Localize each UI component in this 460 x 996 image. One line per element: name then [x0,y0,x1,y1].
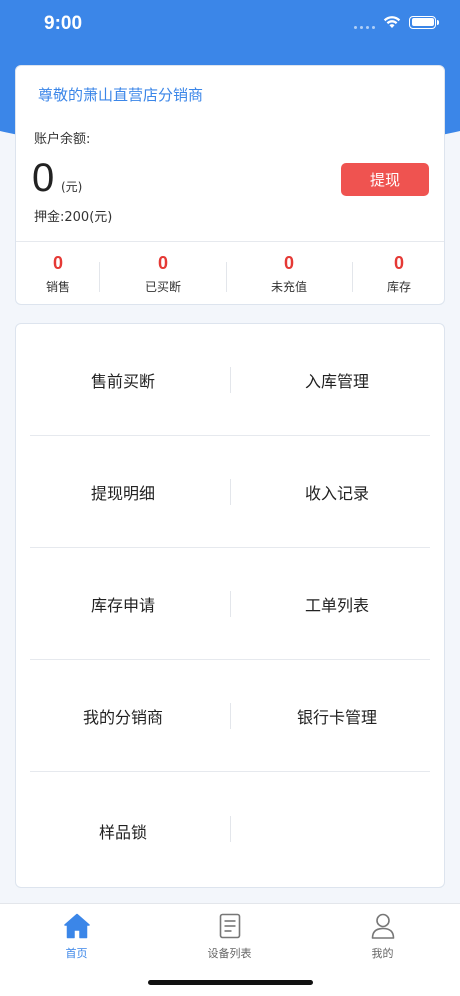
stat-value: 0 [393,253,404,273]
menu-row: 我的分销商 银行卡管理 [16,660,444,772]
tab-home[interactable]: 首页 [0,912,153,961]
app-screen: 9:00 尊敬的萧山直营店分销商 账户余额: 0 (元) 押金:200(元) 提… [0,0,460,996]
document-list-icon [219,913,240,939]
stat-label: 库存 [386,280,411,294]
stat-value: 0 [157,253,168,273]
deposit-amount: 押金:200(元) [34,210,113,225]
menu-item-empty [230,772,444,889]
menu-item-inventory-request[interactable]: 库存申请 [16,548,230,660]
stat-label: 未充值 [270,280,307,294]
tab-label: 我的 [371,947,394,960]
stats-row: 0 销售 0 已买断 0 未充值 0 库存 [16,242,444,305]
balance-unit: (元) [61,180,83,194]
stat-value: 0 [52,253,63,273]
status-bar: 9:00 [0,0,460,50]
wifi-icon [383,16,401,28]
stat-sales[interactable]: 0 销售 [16,242,100,305]
menu-item-bank-card-management[interactable]: 银行卡管理 [230,660,444,772]
menu-item-stock-in-management[interactable]: 入库管理 [230,324,444,436]
balance-value: 0 [32,156,55,200]
tab-device-list[interactable]: 设备列表 [153,912,306,961]
status-icons [354,15,439,29]
stat-value: 0 [283,253,294,273]
menu-row: 样品锁 [16,772,444,889]
menu-item-sample-lock[interactable]: 样品锁 [16,772,230,889]
withdraw-button[interactable]: 提现 [341,163,429,196]
signal-icon [354,15,375,29]
store-name: 尊敬的萧山直营店分销商 [38,86,204,104]
menu-card: 售前买断 入库管理 提现明细 收入记录 库存申请 工单列表 我的分销商 银行卡管… [15,323,445,888]
battery-icon [409,15,439,29]
stat-bought-out[interactable]: 0 已买断 [100,242,226,305]
menu-row: 售前买断 入库管理 [16,324,444,436]
menu-item-my-distributors[interactable]: 我的分销商 [16,660,230,772]
home-indicator [148,980,313,985]
menu-item-presale-buyout[interactable]: 售前买断 [16,324,230,436]
stat-label: 销售 [45,280,70,294]
balance-label: 账户余额: [34,132,91,147]
tab-label: 首页 [65,947,88,960]
tab-mine[interactable]: 我的 [306,912,459,961]
menu-row: 提现明细 收入记录 [16,436,444,548]
stat-label: 已买断 [144,280,181,294]
tab-label: 设备列表 [207,947,252,960]
stat-inventory[interactable]: 0 库存 [352,242,446,305]
home-icon [63,913,90,939]
menu-row: 库存申请 工单列表 [16,548,444,660]
status-time: 9:00 [44,13,83,34]
stat-not-recharged[interactable]: 0 未充值 [226,242,352,305]
menu-item-income-records[interactable]: 收入记录 [230,436,444,548]
menu-item-withdraw-details[interactable]: 提现明细 [16,436,230,548]
account-card: 尊敬的萧山直营店分销商 账户余额: 0 (元) 押金:200(元) 提现 0 销… [15,65,445,305]
user-icon [371,913,394,939]
menu-item-work-orders[interactable]: 工单列表 [230,548,444,660]
